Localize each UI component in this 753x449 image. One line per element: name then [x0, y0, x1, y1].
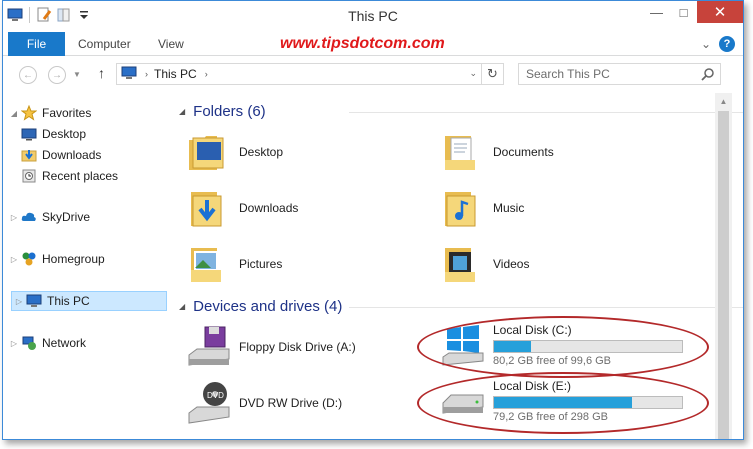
folder-documents[interactable]: Documents [441, 130, 554, 174]
drive-floppy-a[interactable]: Floppy Disk Drive (A:) [187, 325, 356, 369]
svg-text:DVD: DVD [207, 391, 224, 400]
navigation-bar: ← → ▼ ↑ › This PC › ⌄ ↻ Search This PC [3, 57, 743, 91]
navigation-pane: ◢ Favorites Desktop Downloads Recent pla… [3, 93, 169, 439]
window-title: This PC [348, 8, 398, 24]
documents-folder-icon [441, 130, 485, 174]
downloads-icon [21, 147, 37, 163]
breadcrumb-chevron-icon[interactable]: › [205, 69, 208, 79]
minimize-button[interactable]: — [643, 1, 670, 23]
nav-network-label: Network [42, 336, 87, 350]
cloud-icon [21, 209, 37, 225]
floppy-drive-icon [187, 325, 231, 369]
breadcrumb-chevron-icon[interactable]: › [145, 69, 148, 79]
annotation-ellipse-c [417, 316, 709, 378]
folders-group-header[interactable]: ◢ Folders (6) [179, 103, 743, 120]
ribbon-right-controls: ⌄ ? [701, 36, 735, 52]
pictures-folder-icon [187, 242, 231, 286]
nav-downloads-label: Downloads [42, 148, 102, 162]
nav-this-pc-label: This PC [47, 294, 90, 308]
devices-header-text: Devices and drives (4) [193, 298, 343, 315]
this-pc-icon [26, 293, 42, 309]
collapse-arrow-icon[interactable]: ◢ [179, 302, 185, 311]
tab-file[interactable]: File [8, 32, 65, 56]
collapse-arrow-icon[interactable]: ◢ [7, 109, 21, 118]
search-input[interactable]: Search This PC [518, 63, 721, 85]
help-icon[interactable]: ? [719, 36, 735, 52]
search-placeholder: Search This PC [526, 67, 610, 81]
search-icon[interactable] [701, 67, 715, 84]
maximize-button[interactable]: □ [670, 1, 697, 23]
recent-locations-icon[interactable]: ▼ [73, 70, 81, 79]
folder-pictures[interactable]: Pictures [187, 242, 282, 286]
folder-videos-label: Videos [493, 257, 530, 271]
watermark-text: www.tipsdotcom.com [280, 35, 445, 52]
nav-skydrive[interactable]: ▷ SkyDrive [7, 207, 90, 227]
homegroup-icon [21, 251, 37, 267]
folder-music[interactable]: Music [441, 186, 524, 230]
nav-desktop-label: Desktop [42, 127, 87, 141]
downloads-folder-icon [187, 186, 231, 230]
expand-ribbon-icon[interactable]: ⌄ [701, 37, 711, 51]
forward-button[interactable]: → [48, 66, 66, 84]
devices-group-header[interactable]: ◢ Devices and drives (4) [179, 298, 743, 315]
desktop-icon [21, 126, 37, 142]
videos-folder-icon [441, 242, 485, 286]
refresh-button[interactable]: ↻ [481, 64, 503, 84]
address-bar[interactable]: › This PC › ⌄ ↻ [116, 63, 504, 85]
content-pane: ◢ Folders (6) Desktop Documents Download… [173, 93, 743, 439]
expand-arrow-icon[interactable]: ▷ [7, 213, 21, 222]
this-pc-icon [121, 66, 137, 83]
folder-music-label: Music [493, 201, 525, 215]
folder-desktop[interactable]: Desktop [187, 130, 283, 174]
scrollbar-thumb[interactable] [718, 111, 729, 439]
explorer-window: This PC — □ ✕ File Computer View www.tip… [2, 0, 744, 440]
network-icon [21, 335, 37, 351]
collapse-arrow-icon[interactable]: ◢ [179, 107, 185, 116]
recent-places-icon [21, 168, 37, 184]
nav-network[interactable]: ▷ Network [7, 333, 86, 353]
ribbon-tabs: File Computer View www.tipsdotcom.com ⌄ … [3, 32, 743, 56]
back-button[interactable]: ← [19, 66, 37, 84]
scroll-up-icon[interactable]: ▲ [715, 93, 732, 110]
breadcrumb-this-pc[interactable]: This PC [154, 67, 197, 81]
address-dropdown-icon[interactable]: ⌄ [469, 68, 477, 79]
group-divider [349, 112, 743, 113]
drive-dvd-d[interactable]: DVD DVD RW Drive (D:) [187, 381, 342, 425]
tab-computer[interactable]: Computer [78, 37, 131, 51]
up-button[interactable]: ↑ [98, 65, 105, 81]
title-bar: This PC — □ ✕ [3, 1, 743, 31]
vertical-scrollbar[interactable]: ▲ [715, 93, 732, 439]
folder-desktop-label: Desktop [239, 145, 284, 159]
nav-homegroup-label: Homegroup [42, 252, 105, 266]
desktop-folder-icon [187, 130, 231, 174]
star-icon [20, 104, 38, 121]
folder-videos[interactable]: Videos [441, 242, 529, 286]
group-divider [349, 307, 743, 308]
drive-dvd-label: DVD RW Drive (D:) [239, 396, 343, 410]
music-folder-icon [441, 186, 485, 230]
nav-downloads[interactable]: Downloads [21, 145, 101, 165]
expand-arrow-icon[interactable]: ▷ [7, 255, 21, 264]
expand-arrow-icon[interactable]: ▷ [12, 297, 26, 306]
nav-skydrive-label: SkyDrive [42, 210, 91, 224]
nav-desktop[interactable]: Desktop [21, 124, 86, 144]
window-controls: — □ ✕ [643, 1, 743, 23]
nav-recent-places[interactable]: Recent places [21, 166, 118, 186]
folder-documents-label: Documents [493, 145, 554, 159]
nav-recent-places-label: Recent places [42, 169, 119, 183]
nav-favorites-label: Favorites [42, 106, 92, 120]
folder-downloads[interactable]: Downloads [187, 186, 298, 230]
nav-this-pc[interactable]: ▷ This PC [11, 291, 167, 311]
folder-pictures-label: Pictures [239, 257, 283, 271]
drive-floppy-label: Floppy Disk Drive (A:) [239, 340, 356, 354]
nav-favorites[interactable]: ◢ Favorites [7, 103, 91, 123]
close-button[interactable]: ✕ [697, 1, 743, 23]
dvd-drive-icon: DVD [187, 381, 231, 425]
expand-arrow-icon[interactable]: ▷ [7, 339, 21, 348]
nav-homegroup[interactable]: ▷ Homegroup [7, 249, 105, 269]
annotation-ellipse-e [417, 372, 709, 434]
tab-view[interactable]: View [158, 37, 184, 51]
folder-downloads-label: Downloads [239, 201, 299, 215]
folders-header-text: Folders (6) [193, 103, 266, 120]
